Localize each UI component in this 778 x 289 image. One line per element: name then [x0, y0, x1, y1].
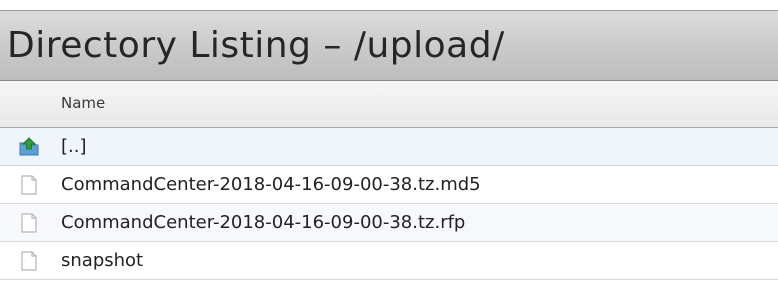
page-title: Directory Listing – /upload/	[7, 25, 505, 66]
file-icon	[21, 175, 37, 195]
top-strip	[0, 0, 778, 10]
list-item[interactable]: CommandCenter-2018-04-16-09-00-38.tz.md5	[0, 166, 778, 204]
list-item-parent[interactable]: [..]	[0, 128, 778, 166]
list-item[interactable]: CommandCenter-2018-04-16-09-00-38.tz.rfp	[0, 204, 778, 242]
title-bar: Directory Listing – /upload/	[0, 10, 778, 81]
table-header: Name	[0, 81, 778, 128]
list-item[interactable]: snapshot	[0, 242, 778, 280]
list-item-label[interactable]: [..]	[61, 136, 87, 157]
directory-listing-page: Directory Listing – /upload/ Name [..] C…	[0, 0, 778, 289]
file-icon	[21, 251, 37, 271]
parent-folder-icon	[19, 137, 39, 156]
list-item-label[interactable]: snapshot	[61, 250, 143, 271]
file-icon	[21, 213, 37, 233]
column-header-name[interactable]: Name	[61, 94, 105, 112]
list-item-label[interactable]: CommandCenter-2018-04-16-09-00-38.tz.rfp	[61, 212, 465, 233]
list-item-label[interactable]: CommandCenter-2018-04-16-09-00-38.tz.md5	[61, 174, 481, 195]
file-list: [..] CommandCenter-2018-04-16-09-00-38.t…	[0, 128, 778, 280]
